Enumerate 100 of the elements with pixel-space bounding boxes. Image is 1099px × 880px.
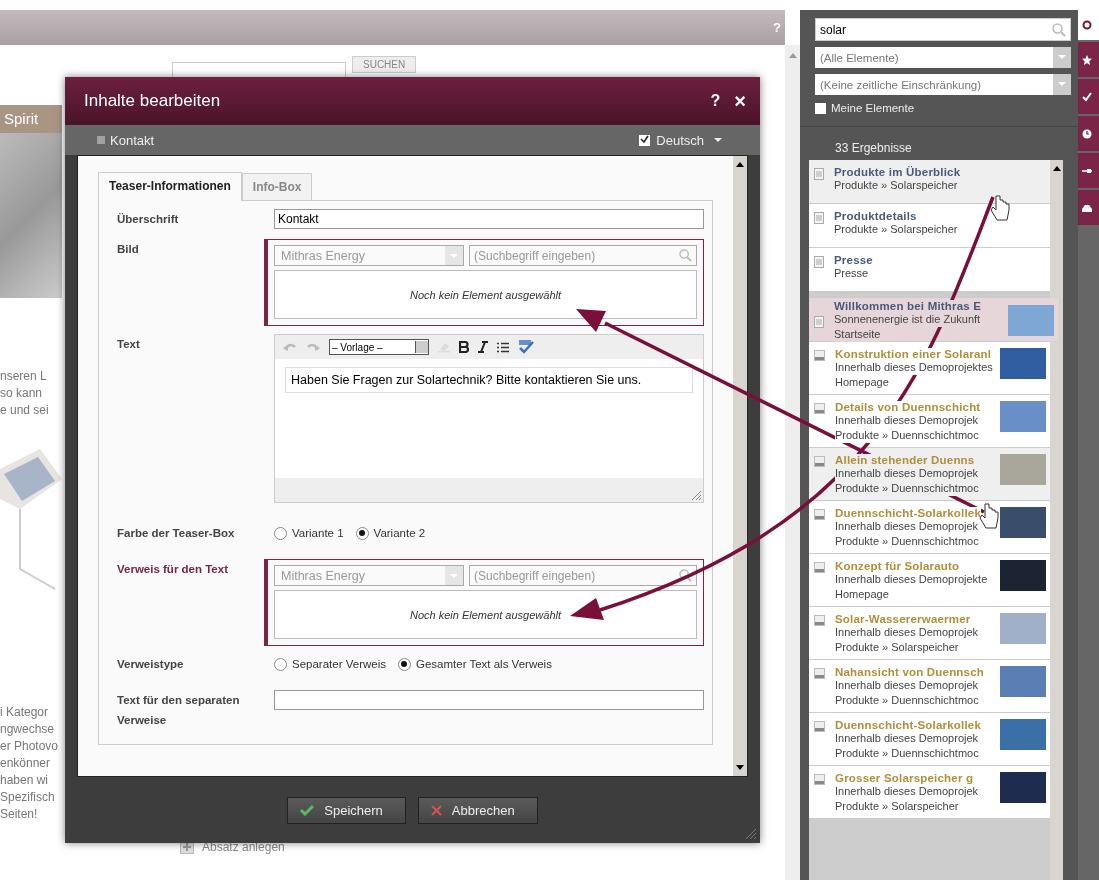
radio-option[interactable]: Gesamter Text als Verweis bbox=[397, 657, 552, 671]
search-icon bbox=[679, 249, 692, 262]
search-tab[interactable] bbox=[1078, 10, 1099, 40]
field-label: Text bbox=[117, 337, 141, 352]
result-title: Willkommen bei Mithras E bbox=[834, 299, 982, 312]
star-icon bbox=[1082, 54, 1092, 65]
search-icon bbox=[1082, 20, 1092, 30]
result-count: 33 Ergebnisse bbox=[835, 141, 913, 155]
body-text: enkönner bbox=[0, 755, 52, 772]
scroll-up-icon[interactable] bbox=[1052, 166, 1061, 171]
scroll-down-icon[interactable] bbox=[736, 765, 744, 770]
result-item[interactable]: Details von Duennschicht Innerhalb dieses Demoprojek Produkte » Duennschichtmoc bbox=[809, 395, 1050, 447]
result-path: Homepage bbox=[835, 375, 889, 390]
result-path: Innerhalb dieses Demoprojek bbox=[835, 466, 979, 481]
page-icon bbox=[814, 212, 824, 224]
media-icon bbox=[814, 350, 825, 361]
filter-dropdown[interactable]: (Keine zeitliche Einschränkung) bbox=[815, 74, 1071, 95]
result-path: Innerhalb dieses Demoprojek bbox=[835, 731, 979, 746]
scroll-up-icon[interactable] bbox=[736, 162, 744, 167]
result-title: Konstruktion einer Solaranl bbox=[835, 348, 992, 360]
search-icon bbox=[679, 569, 692, 582]
result-item[interactable]: Produktdetails Produkte » Solarspeicher bbox=[809, 204, 1050, 247]
field-label: Überschrift bbox=[117, 212, 180, 227]
editor-text[interactable]: Haben Sie Fragen zur Solartechnik? Bitte kontaktieren Sie uns. bbox=[285, 367, 693, 393]
bold-icon[interactable] bbox=[459, 341, 469, 353]
tray-icon bbox=[1082, 202, 1092, 213]
result-item[interactable]: Produkte im Überblick Produkte » Solarspeicher bbox=[809, 160, 1050, 203]
favorites-button[interactable] bbox=[1078, 42, 1099, 77]
dropdown-arrow-icon bbox=[714, 138, 722, 142]
tab[interactable]: Teaser-Informationen bbox=[98, 172, 242, 201]
text-field[interactable]: Kontakt bbox=[274, 209, 704, 229]
drop-area[interactable]: Noch kein Element ausgewählt bbox=[274, 590, 697, 639]
result-path: Innerhalb dieses Demoprojek bbox=[835, 625, 979, 640]
media-icon bbox=[814, 456, 825, 467]
result-path: Produkte » Solarspeicher bbox=[834, 178, 958, 193]
result-path: Innerhalb dieses Demoprojektes bbox=[835, 360, 993, 375]
radio-button[interactable] bbox=[274, 526, 287, 540]
add-paragraph-link[interactable]: Absatz anlegen bbox=[202, 840, 285, 854]
body-text: haben wi bbox=[0, 772, 50, 789]
banner: Spirit bbox=[0, 105, 62, 133]
tasks-button[interactable] bbox=[1078, 79, 1099, 114]
close-button[interactable]: × bbox=[734, 89, 746, 113]
field-label: Farbe der Teaser-Box bbox=[117, 526, 236, 541]
media-icon bbox=[814, 774, 825, 785]
media-icon bbox=[814, 562, 825, 573]
field-label: Verweistype bbox=[117, 657, 185, 672]
media-icon bbox=[814, 615, 825, 626]
result-path: Produkte » Solarspeicher bbox=[835, 640, 959, 655]
result-title: Allein stehender Duenns bbox=[835, 454, 975, 466]
empty-hint: Noch kein Element ausgewählt bbox=[410, 288, 561, 301]
result-item[interactable]: Grosser Solarspeicher g Innerhalb dieses Demoprojek Produkte » Solarspeicher bbox=[809, 766, 1050, 818]
result-item[interactable]: Solar-Wassererwaermer Innerhalb dieses Demoprojek Produkte » Solarspeicher bbox=[809, 607, 1050, 659]
help-button[interactable]: ? bbox=[710, 92, 721, 110]
result-path: Produkte » Solarspeicher bbox=[835, 799, 959, 814]
italic-icon[interactable] bbox=[478, 341, 488, 353]
result-item[interactable]: Duennschicht-Solarkollek Innerhalb dieses Demoprojek Produkte » Duennschichtmoc bbox=[809, 501, 1050, 553]
result-title: Konzept für Solarauto bbox=[835, 560, 960, 572]
result-item[interactable]: Allein stehender Duenns Innerhalb dieses Demoprojek Produkte » Duennschichtmoc bbox=[809, 448, 1050, 500]
scrollbar[interactable] bbox=[733, 156, 747, 776]
radio-button[interactable] bbox=[397, 657, 411, 671]
language-checkbox[interactable] bbox=[639, 134, 651, 146]
resize-grip-icon[interactable] bbox=[692, 491, 701, 500]
bullet-list-icon[interactable] bbox=[497, 341, 509, 353]
result-path: Produkte » Duennschichtmoc bbox=[835, 481, 979, 496]
resize-grip-icon[interactable] bbox=[744, 827, 756, 839]
result-title: Details von Duennschicht bbox=[835, 401, 981, 413]
radio-button[interactable] bbox=[355, 526, 369, 540]
radio-option[interactable]: Variante 2 bbox=[355, 526, 426, 540]
save-button[interactable]: Speichern bbox=[287, 796, 406, 824]
result-item[interactable]: Presse Presse bbox=[809, 248, 1050, 291]
result-item[interactable]: Willkommen bei Mithras E Sonnenenergie ist die Zukunft Startseite bbox=[809, 298, 1058, 341]
radio-option[interactable]: Separater Verweis bbox=[274, 657, 386, 671]
history-button[interactable] bbox=[1078, 116, 1099, 151]
result-title: Duennschicht-Solarkollek bbox=[835, 719, 982, 731]
hand-cursor-icon bbox=[979, 503, 999, 529]
filter-dropdown[interactable]: (Alle Elemente) bbox=[815, 47, 1071, 68]
language-dropdown[interactable]: Deutsch bbox=[656, 132, 704, 148]
body-text: so kann bbox=[0, 385, 44, 402]
result-item[interactable]: Konstruktion einer Solaranl Innerhalb dieses Demoprojektes Homepage bbox=[809, 342, 1050, 394]
result-item[interactable]: Nahansicht von Duennsch Innerhalb dieses Demoprojek Produkte » Duennschichtmoc bbox=[809, 660, 1050, 712]
result-item[interactable]: Konzept für Solarauto Innerhalb dieses Demoprojekte Homepage bbox=[809, 554, 1050, 606]
scrollbar[interactable] bbox=[785, 45, 800, 880]
close-icon bbox=[430, 804, 442, 816]
result-item[interactable]: Duennschicht-Solarkollek Innerhalb dieses Demoprojek Produkte » Duennschichtmoc bbox=[809, 713, 1050, 765]
radio-button[interactable] bbox=[274, 657, 287, 671]
radio-option[interactable]: Variante 1 bbox=[274, 526, 344, 540]
field-label: Text für den separaten Verweise bbox=[117, 693, 241, 728]
drop-area[interactable]: Noch kein Element ausgewählt bbox=[274, 270, 697, 319]
checkbox[interactable] bbox=[815, 102, 826, 114]
hand-cursor-icon bbox=[990, 195, 1010, 221]
style-dropdown[interactable]: – Vorlage – bbox=[329, 339, 429, 355]
cancel-button[interactable]: Abbrechen bbox=[417, 796, 538, 824]
spellcheck-icon[interactable] bbox=[518, 340, 534, 354]
inbox-button[interactable] bbox=[1078, 190, 1099, 225]
text-field[interactable] bbox=[274, 690, 704, 710]
scrollbar[interactable] bbox=[1050, 160, 1063, 880]
search-field[interactable]: solar bbox=[815, 18, 1071, 41]
result-path: Innerhalb dieses Demoprojek bbox=[835, 784, 979, 799]
result-title: Duennschicht-Solarkollek bbox=[835, 507, 982, 519]
structure-button[interactable] bbox=[1078, 153, 1099, 188]
